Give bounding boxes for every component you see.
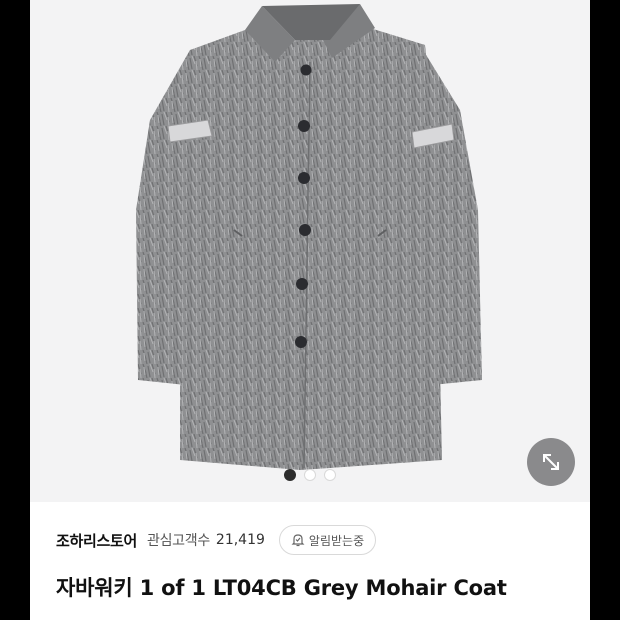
- expand-image-button[interactable]: [527, 438, 575, 486]
- product-screen: 조하리스토어 관심고객수 21,419 알림받는중 자바워키 1 of 1 LT…: [30, 0, 590, 620]
- slide-dot-active[interactable]: [284, 469, 296, 481]
- product-info: 조하리스토어 관심고객수 21,419 알림받는중 자바워키 1 of 1 LT…: [30, 502, 590, 620]
- notify-label: 알림받는중: [308, 533, 365, 548]
- store-name[interactable]: 조하리스토어: [56, 530, 137, 551]
- expand-arrows-icon: [543, 454, 559, 470]
- slide-indicator: [30, 468, 590, 484]
- notify-button[interactable]: 알림받는중: [278, 525, 377, 555]
- followers-count: 21,419: [215, 532, 265, 548]
- product-image-gallery[interactable]: [30, 0, 590, 502]
- followers-label: 관심고객수: [147, 533, 210, 549]
- store-row: 조하리스토어 관심고객수 21,419 알림받는중: [56, 524, 377, 556]
- product-image[interactable]: [30, 0, 590, 502]
- slide-dot[interactable]: [304, 469, 316, 481]
- bell-check-icon: [291, 534, 305, 547]
- slide-dot[interactable]: [324, 469, 336, 481]
- product-title: 자바워키 1 of 1 LT04CB Grey Mohair Coat: [56, 576, 507, 600]
